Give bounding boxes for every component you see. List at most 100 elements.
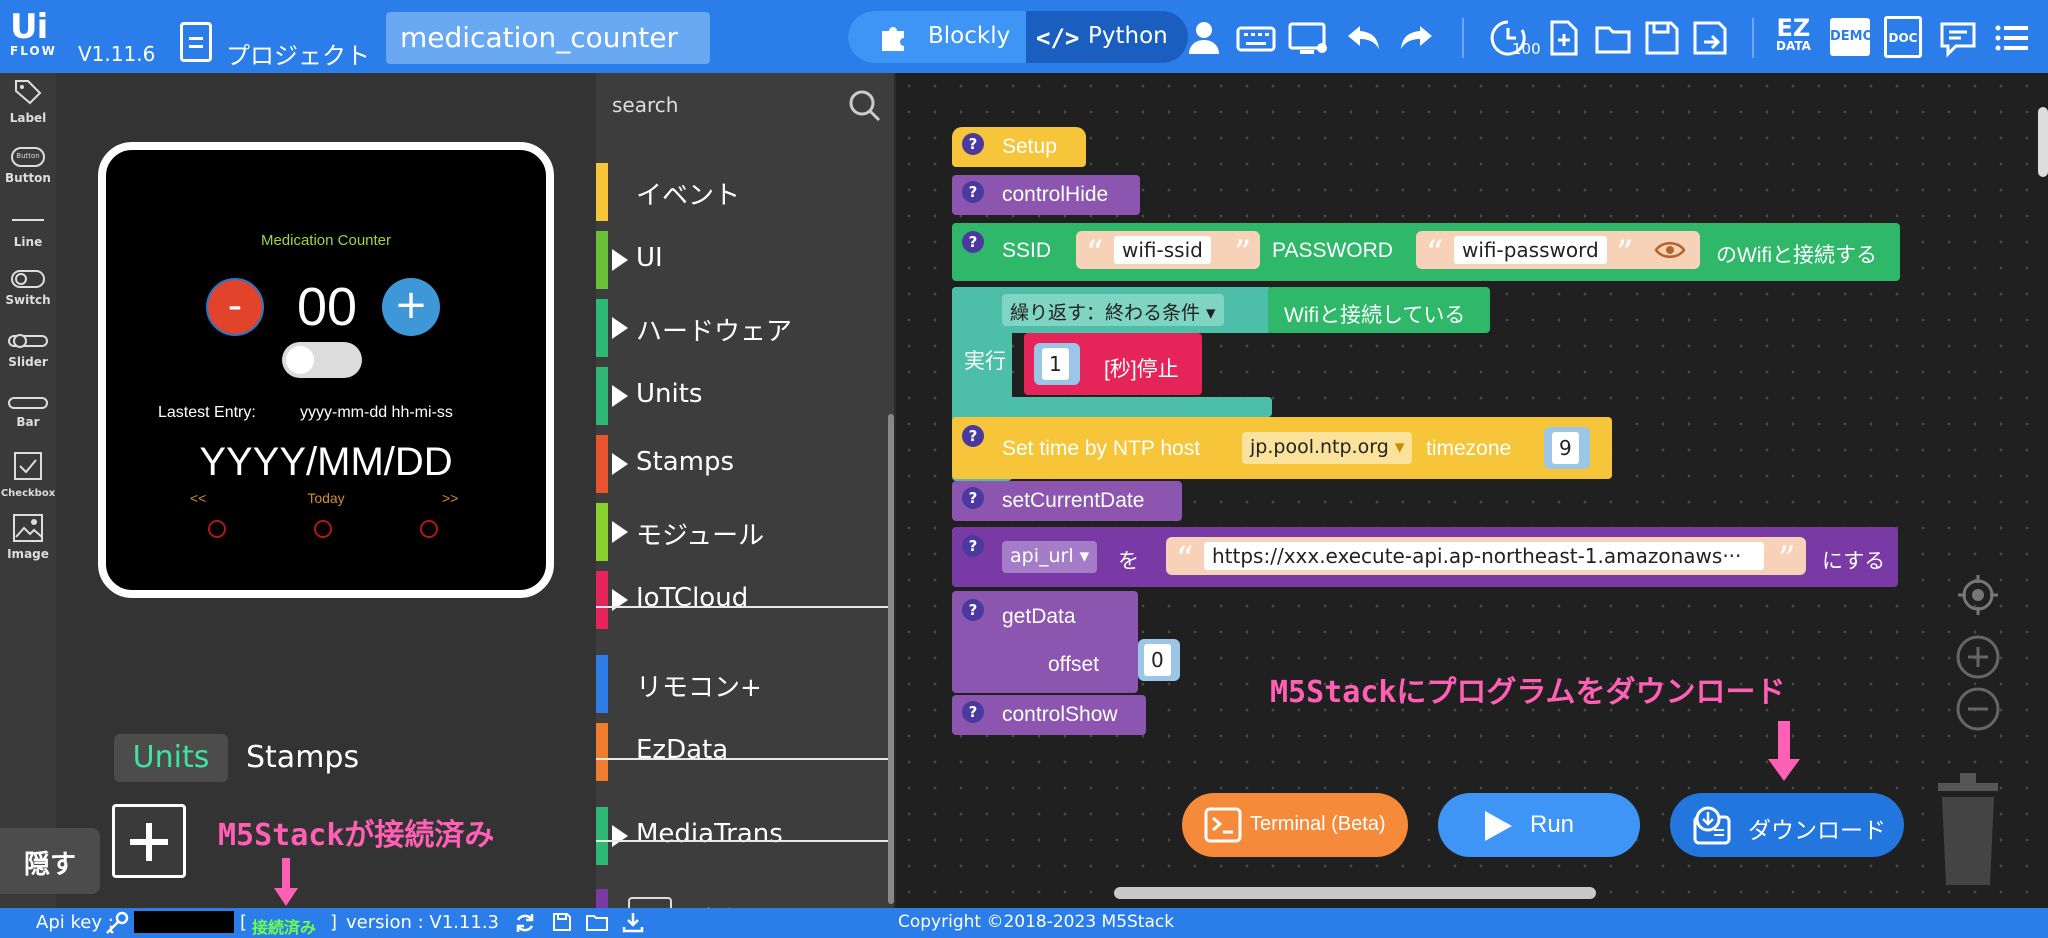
- variable-dropdown[interactable]: api_url ▾: [1002, 541, 1098, 573]
- device-screen-icon[interactable]: [1288, 18, 1328, 58]
- ssid-string-block[interactable]: “ wifi-ssid ”: [1076, 231, 1260, 273]
- password-value[interactable]: wifi-password: [1454, 236, 1607, 264]
- toolbox-category[interactable]: ハードウェア: [596, 295, 894, 361]
- feedback-chat-icon[interactable]: [1938, 18, 1978, 58]
- palette-item-switch[interactable]: Switch: [0, 269, 56, 307]
- run-button[interactable]: Run: [1438, 793, 1640, 857]
- counter-label[interactable]: 00: [282, 276, 372, 338]
- minus-button[interactable]: -: [206, 278, 264, 336]
- toolbox-category[interactable]: MediaTrans: [596, 803, 894, 869]
- trash-icon[interactable]: [1936, 767, 2000, 891]
- eye-icon[interactable]: [1654, 239, 1686, 261]
- setup-block[interactable]: ? Setup: [952, 127, 1086, 167]
- expand-arrow-icon[interactable]: [612, 453, 628, 475]
- next-date-label[interactable]: >>: [442, 490, 458, 506]
- project-file-icon[interactable]: [180, 22, 212, 62]
- palette-item-slider[interactable]: Slider: [0, 331, 56, 369]
- open-folder-icon[interactable]: [1594, 18, 1634, 58]
- repeat-until-header[interactable]: 繰り返す：終わる条件 ▾: [952, 287, 1272, 333]
- palette-item-checkbox[interactable]: Checkbox: [0, 451, 56, 499]
- palette-item-label[interactable]: Label: [0, 77, 56, 125]
- toolbox-search-input[interactable]: search: [612, 93, 678, 117]
- open-folder-icon[interactable]: [586, 912, 608, 932]
- blockly-mode-button[interactable]: Blockly: [848, 11, 1026, 63]
- control-hide-block[interactable]: ? controlHide: [952, 175, 1140, 215]
- redo-icon[interactable]: [1396, 18, 1436, 58]
- expand-arrow-icon[interactable]: [612, 521, 628, 543]
- search-icon[interactable]: [848, 89, 882, 123]
- download-button[interactable]: ダウンロード: [1670, 793, 1904, 857]
- project-name-input[interactable]: medication_counter: [386, 12, 710, 64]
- sleep-value[interactable]: 1: [1042, 348, 1069, 380]
- recenter-icon[interactable]: [1956, 573, 2000, 617]
- sleep-block[interactable]: 1 [秒]停止: [1024, 333, 1202, 395]
- save-icon[interactable]: [1642, 18, 1682, 58]
- terminal-button[interactable]: Terminal (Beta): [1182, 793, 1408, 857]
- blockly-workspace[interactable]: ? Setup ? controlHide ? SSID “ wifi-ssid…: [896, 73, 2048, 909]
- set-current-date-block[interactable]: ? setCurrentDate: [952, 481, 1182, 521]
- keyboard-icon[interactable]: [1236, 18, 1276, 58]
- download-icon[interactable]: [622, 911, 644, 933]
- palette-item-bar[interactable]: Bar: [0, 395, 56, 429]
- sleep-number-block[interactable]: 1: [1034, 343, 1080, 385]
- api-url-string-block[interactable]: “ https://xxx.execute-api.ap-northeast-1…: [1166, 537, 1806, 579]
- set-variable-block[interactable]: ? api_url ▾ を “ https://xxx.execute-api.…: [952, 527, 1898, 587]
- repeat-mode-dropdown[interactable]: 繰り返す：終わる条件 ▾: [1002, 294, 1224, 326]
- ntp-time-block[interactable]: ? Set time by NTP host jp.pool.ntp.org ▾…: [952, 417, 1612, 479]
- palette-item-line[interactable]: Line: [0, 205, 56, 249]
- control-show-block[interactable]: ? controlShow: [952, 695, 1146, 735]
- ez-data-button[interactable]: EZ DATA: [1776, 16, 1811, 52]
- zoom-out-icon[interactable]: [1956, 687, 2000, 731]
- help-icon[interactable]: ?: [962, 599, 984, 621]
- save-as-icon[interactable]: [1690, 18, 1730, 58]
- get-data-block[interactable]: ? getData offset: [952, 591, 1138, 693]
- expand-arrow-icon[interactable]: [612, 385, 628, 407]
- toolbox-category[interactable]: Units: [596, 363, 894, 429]
- today-label[interactable]: Today: [106, 490, 546, 506]
- help-icon[interactable]: ?: [962, 231, 984, 253]
- ssid-value[interactable]: wifi-ssid: [1114, 236, 1211, 264]
- expand-arrow-icon[interactable]: [612, 317, 628, 339]
- latest-entry-label[interactable]: Lastest Entry:: [158, 404, 256, 422]
- plus-button[interactable]: +: [382, 278, 440, 336]
- undo-icon[interactable]: [1344, 18, 1384, 58]
- wifi-connect-block[interactable]: ? SSID “ wifi-ssid ” PASSWORD “ wifi-pas…: [952, 223, 1900, 281]
- api-key-value[interactable]: [134, 911, 234, 933]
- toolbox-category[interactable]: EzData: [596, 719, 894, 785]
- refresh-icon[interactable]: [514, 912, 536, 934]
- toolbox-category[interactable]: IoTCloud: [596, 567, 894, 633]
- user-icon[interactable]: [1184, 18, 1224, 58]
- add-unit-button[interactable]: [112, 804, 186, 878]
- offset-number-block[interactable]: 0: [1138, 639, 1180, 681]
- workspace-vertical-scrollbar[interactable]: [2038, 107, 2048, 177]
- screen-title-label[interactable]: Medication Counter: [106, 232, 546, 249]
- stamps-tab[interactable]: Stamps: [246, 740, 359, 775]
- menu-icon[interactable]: [1992, 18, 2032, 58]
- doc-button[interactable]: DOC: [1884, 16, 1922, 58]
- offset-value[interactable]: 0: [1144, 644, 1171, 676]
- save-icon[interactable]: [552, 912, 572, 932]
- help-icon[interactable]: ?: [962, 133, 984, 155]
- toolbox-scrollbar[interactable]: [888, 414, 894, 904]
- date-label[interactable]: YYYY/MM/DD: [106, 440, 546, 485]
- latest-entry-value[interactable]: yyyy-mm-dd hh-mi-ss: [300, 404, 453, 422]
- help-icon[interactable]: ?: [962, 181, 984, 203]
- units-tab[interactable]: Units: [114, 734, 228, 782]
- project-menu-label[interactable]: プロジェクト: [226, 36, 370, 71]
- password-string-block[interactable]: “ wifi-password ”: [1416, 231, 1700, 273]
- zoom-in-icon[interactable]: [1956, 635, 2000, 679]
- device-screen-preview[interactable]: Medication Counter - 00 + Lastest Entry:…: [98, 142, 554, 598]
- toolbox-category[interactable]: UI: [596, 227, 894, 293]
- help-icon[interactable]: ?: [962, 701, 984, 723]
- api-url-value[interactable]: https://xxx.execute-api.ap-northeast-1.a…: [1204, 542, 1764, 570]
- toolbox-category[interactable]: リモコン+: [596, 651, 894, 717]
- toolbox-category[interactable]: イベント: [596, 159, 894, 225]
- palette-item-button[interactable]: Button Button: [0, 147, 56, 185]
- wifi-connected-condition[interactable]: Wifiと接続している: [1268, 287, 1490, 333]
- expand-arrow-icon[interactable]: [612, 249, 628, 271]
- toolbox-category[interactable]: 変数: [596, 885, 894, 909]
- help-icon[interactable]: ?: [962, 487, 984, 509]
- workspace-horizontal-scrollbar[interactable]: [1114, 887, 1596, 899]
- new-file-icon[interactable]: [1544, 18, 1584, 58]
- timezone-number-block[interactable]: 9: [1544, 427, 1590, 469]
